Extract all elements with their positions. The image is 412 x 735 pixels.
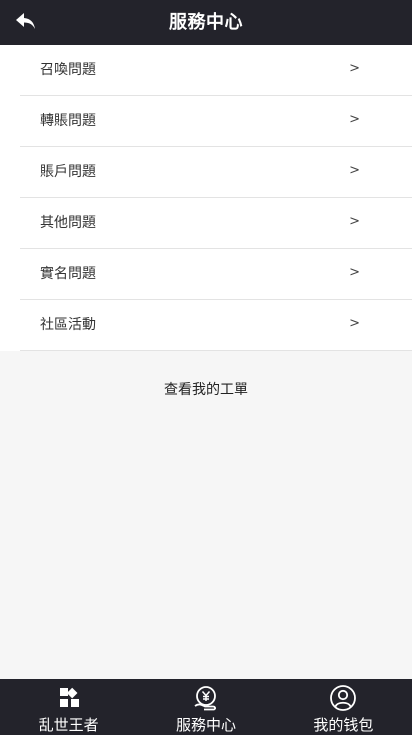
chevron-right-icon: > <box>349 112 360 127</box>
chevron-right-icon: > <box>349 316 360 331</box>
menu-item-transfer[interactable]: 轉賬問題 > <box>20 96 412 147</box>
tab-game[interactable]: 乱世王者 <box>0 679 137 735</box>
bottom-tab-bar: 乱世王者 服務中心 我的钱包 <box>0 679 412 735</box>
view-tickets-link[interactable]: 查看我的工單 <box>0 379 412 399</box>
chevron-right-icon: > <box>349 163 360 178</box>
user-circle-icon <box>330 685 357 711</box>
tab-wallet[interactable]: 我的钱包 <box>275 679 412 735</box>
grid-icon <box>59 687 79 707</box>
menu-item-summon[interactable]: 召喚問題 > <box>20 45 412 96</box>
chevron-right-icon: > <box>349 214 360 229</box>
tab-label: 服務中心 <box>175 716 236 734</box>
menu-item-other[interactable]: 其他問題 > <box>20 198 412 249</box>
service-menu: 召喚問題 > 轉賬問題 > 賬戶問題 > 其他問題 > 實名問題 > 社區活動 … <box>0 45 412 351</box>
menu-item-label: 其他問題 <box>40 215 96 231</box>
menu-item-label: 轉賬問題 <box>40 113 96 129</box>
tab-label: 我的钱包 <box>313 716 374 734</box>
tab-label: 乱世王者 <box>38 716 99 734</box>
tab-service-center[interactable]: 服務中心 <box>137 679 274 735</box>
menu-item-label: 召喚問題 <box>40 62 96 78</box>
chevron-right-icon: > <box>349 61 360 76</box>
menu-item-label: 實名問題 <box>40 266 96 282</box>
menu-item-account[interactable]: 賬戶問題 > <box>20 147 412 198</box>
chevron-right-icon: > <box>349 265 360 280</box>
menu-item-label: 賬戶問題 <box>40 164 96 180</box>
menu-item-real-name[interactable]: 實名問題 > <box>20 249 412 300</box>
yen-hand-icon <box>194 686 216 711</box>
page-title: 服務中心 <box>169 12 243 33</box>
menu-item-label: 社區活動 <box>40 317 96 333</box>
menu-item-community[interactable]: 社區活動 > <box>20 300 412 351</box>
header-bar: 服務中心 <box>0 0 412 45</box>
